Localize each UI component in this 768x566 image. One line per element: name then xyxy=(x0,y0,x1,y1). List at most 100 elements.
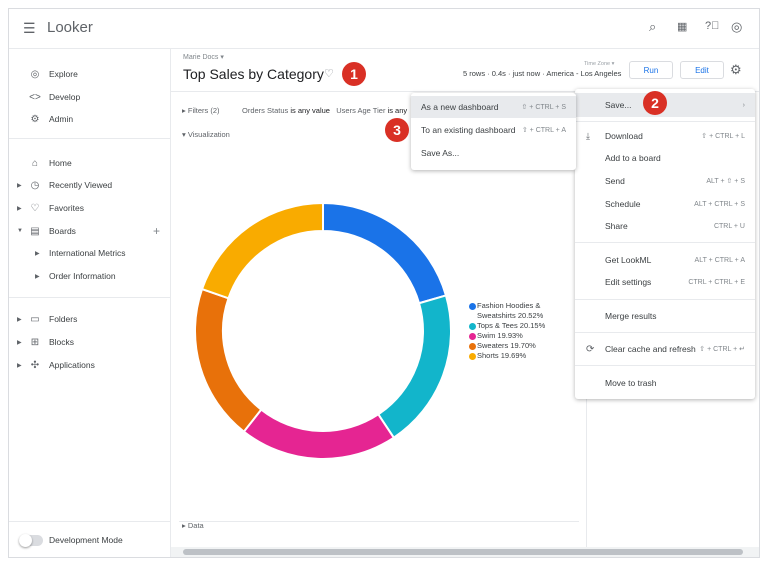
breadcrumb[interactable]: Marie Docs ▾ xyxy=(183,53,224,61)
legend-swatch xyxy=(469,303,476,310)
legend-item[interactable]: Shorts 19.69% xyxy=(469,351,526,361)
caret-right-icon[interactable]: ▶ xyxy=(17,182,22,189)
caret-right-icon[interactable]: ▶ xyxy=(35,273,40,280)
menu-item-download[interactable]: ⤓ Download ⇧ + CTRL + L xyxy=(575,125,755,147)
blocks-icon: ⊞ xyxy=(30,336,40,348)
data-toggle[interactable]: ▸ Data xyxy=(182,521,204,530)
caret-right-icon[interactable]: ▶ xyxy=(17,339,22,346)
sidebar-item-explore[interactable]: ◎ Explore xyxy=(9,63,171,85)
legend-item[interactable]: Fashion Hoodies & Sweatshirts 20.52% xyxy=(469,301,543,321)
divider xyxy=(575,299,755,300)
donut-slice-swim[interactable] xyxy=(242,408,396,460)
legend-label: Swim 19.93% xyxy=(477,331,523,340)
sidebar-item-home[interactable]: ⌂ Home xyxy=(9,152,171,174)
search-icon[interactable]: ⌕ xyxy=(649,19,656,35)
horizontal-scrollbar[interactable] xyxy=(171,547,759,557)
caret-right-icon[interactable]: ▶ xyxy=(35,250,40,257)
callout-badge-2: 2 xyxy=(643,91,667,115)
refresh-icon: ⟳ xyxy=(586,343,595,355)
menu-item-move-to-trash[interactable]: Move to trash xyxy=(575,372,755,394)
visualization-toggle[interactable]: ▾ Visualization xyxy=(182,130,230,139)
help-icon[interactable]: ?⃞ xyxy=(705,20,719,32)
add-board-icon[interactable]: + xyxy=(153,224,160,238)
looker-logo[interactable]: Looker xyxy=(47,19,93,36)
legend-item[interactable]: Tops & Tees 20.15% xyxy=(469,321,545,331)
donut-slice-fashion-hoodies-sweatshirts[interactable] xyxy=(322,201,448,305)
label: Boards xyxy=(49,226,76,236)
legend-swatch xyxy=(469,323,476,330)
sidebar-item-folders[interactable]: ▶ ▭ Folders xyxy=(9,308,171,330)
label: Schedule xyxy=(605,199,641,209)
submenu-item-save-as[interactable]: Save As... xyxy=(411,142,576,164)
donut-slice-tops-tees[interactable] xyxy=(376,294,452,440)
shortcut: ⇧ + CTRL + A xyxy=(521,127,566,134)
marketplace-icon[interactable]: ▦ xyxy=(677,20,687,33)
label: Download xyxy=(605,131,643,141)
menu-item-get-lookml[interactable]: Get LookML ALT + CTRL + A xyxy=(575,249,755,271)
sidebar-item-order-information[interactable]: ▶ Order Information xyxy=(9,265,171,287)
caret-right-icon[interactable]: ▶ xyxy=(17,316,22,323)
query-meta: 5 rows · 0.4s · just now · America - Los… xyxy=(463,69,622,78)
sidebar-item-admin[interactable]: ⚙ Admin xyxy=(9,108,171,130)
heart-icon: ♡ xyxy=(30,202,40,214)
menu-item-share[interactable]: Share CTRL + U xyxy=(575,215,755,237)
clock-icon: ◷ xyxy=(30,179,40,191)
save-submenu: As a new dashboard ⇧ + CTRL + S To an exi… xyxy=(411,93,576,170)
label: Send xyxy=(605,176,625,186)
filter-name: Users Age Tier xyxy=(336,106,386,115)
shortcut: CTRL + U xyxy=(713,222,745,230)
timezone-label[interactable]: Time Zone ▾ xyxy=(584,61,614,67)
download-icon: ⤓ xyxy=(586,130,590,141)
menu-item-clear-cache[interactable]: ⟳ Clear cache and refresh ⇧ + CTRL + ↵ xyxy=(575,338,755,360)
caret-down-icon[interactable]: ▼ xyxy=(17,228,23,234)
legend-label: Fashion Hoodies & xyxy=(477,301,541,310)
sidebar-item-boards[interactable]: ▼ ▤ Boards + xyxy=(9,220,171,242)
development-mode-toggle[interactable] xyxy=(19,534,43,547)
menu-item-add-to-board[interactable]: Add to a board xyxy=(575,147,755,169)
menu-item-send[interactable]: Send ALT + ⇧ + S xyxy=(575,170,755,192)
scrollbar-thumb[interactable] xyxy=(183,549,743,555)
label: Order Information xyxy=(49,271,116,281)
shortcut: ⇧ + CTRL + L xyxy=(701,133,745,140)
submenu-item-new-dashboard[interactable]: As a new dashboard ⇧ + CTRL + S xyxy=(411,96,576,118)
legend-item[interactable]: Sweaters 19.70% xyxy=(469,341,536,351)
sidebar-item-develop[interactable]: <> Develop xyxy=(9,86,171,108)
legend-item[interactable]: Swim 19.93% xyxy=(469,331,523,341)
donut-chart xyxy=(194,201,452,460)
sidebar-item-favorites[interactable]: ▶ ♡ Favorites xyxy=(9,197,171,219)
filters-label: Filters (2) xyxy=(187,106,220,115)
submenu-item-existing-dashboard[interactable]: To an existing dashboard ⇧ + CTRL + A xyxy=(411,119,576,141)
caret-right-icon[interactable]: ▶ xyxy=(17,205,22,212)
legend-swatch xyxy=(469,343,476,350)
sidebar-item-applications[interactable]: ▶ ✣ Applications xyxy=(9,354,171,376)
admin-icon: ⚙ xyxy=(30,113,40,125)
favorite-heart-icon[interactable]: ♡ xyxy=(324,67,334,80)
donut-slice-shorts[interactable] xyxy=(200,201,324,300)
filters-toggle[interactable]: ▸ Filters (2) xyxy=(182,106,220,115)
caret-right-icon[interactable]: ▶ xyxy=(17,362,22,369)
label: Save... xyxy=(605,100,632,110)
label: To an existing dashboard xyxy=(421,125,516,135)
filter-summary[interactable]: Orders Status is any value Users Age Tie… xyxy=(242,106,407,115)
home-icon: ⌂ xyxy=(31,157,39,169)
menu-item-edit-settings[interactable]: Edit settings CTRL + CTRL + E xyxy=(575,271,755,293)
label: Explore xyxy=(49,69,78,79)
shortcut: ALT + CTRL + A xyxy=(694,256,745,264)
sidebar-item-blocks[interactable]: ▶ ⊞ Blocks xyxy=(9,331,171,353)
sidebar-item-recently-viewed[interactable]: ▶ ◷ Recently Viewed xyxy=(9,174,171,196)
menu-item-schedule[interactable]: Schedule ALT + CTRL + S xyxy=(575,193,755,215)
filter-value: is any xyxy=(387,106,408,115)
compass-icon: ◎ xyxy=(30,68,40,80)
donut-slice-sweaters[interactable] xyxy=(194,287,263,434)
menu-item-merge-results[interactable]: Merge results xyxy=(575,305,755,327)
hamburger-menu-icon[interactable]: ☰ xyxy=(23,20,36,37)
sidebar-item-international-metrics[interactable]: ▶ International Metrics xyxy=(9,242,171,264)
run-button[interactable]: Run xyxy=(629,61,673,79)
label: Edit settings xyxy=(605,277,652,287)
account-icon[interactable]: ◎ xyxy=(731,19,742,35)
edit-button[interactable]: Edit xyxy=(680,61,724,79)
gear-icon[interactable]: ⚙ xyxy=(730,62,742,78)
looker-window: ☰ Looker ⌕ ▦ ?⃞ ◎ ◎ Explore <> Develop ⚙ Ad… xyxy=(8,8,760,558)
breadcrumb-text: Marie Docs xyxy=(183,54,219,61)
label: Get LookML xyxy=(605,255,652,265)
